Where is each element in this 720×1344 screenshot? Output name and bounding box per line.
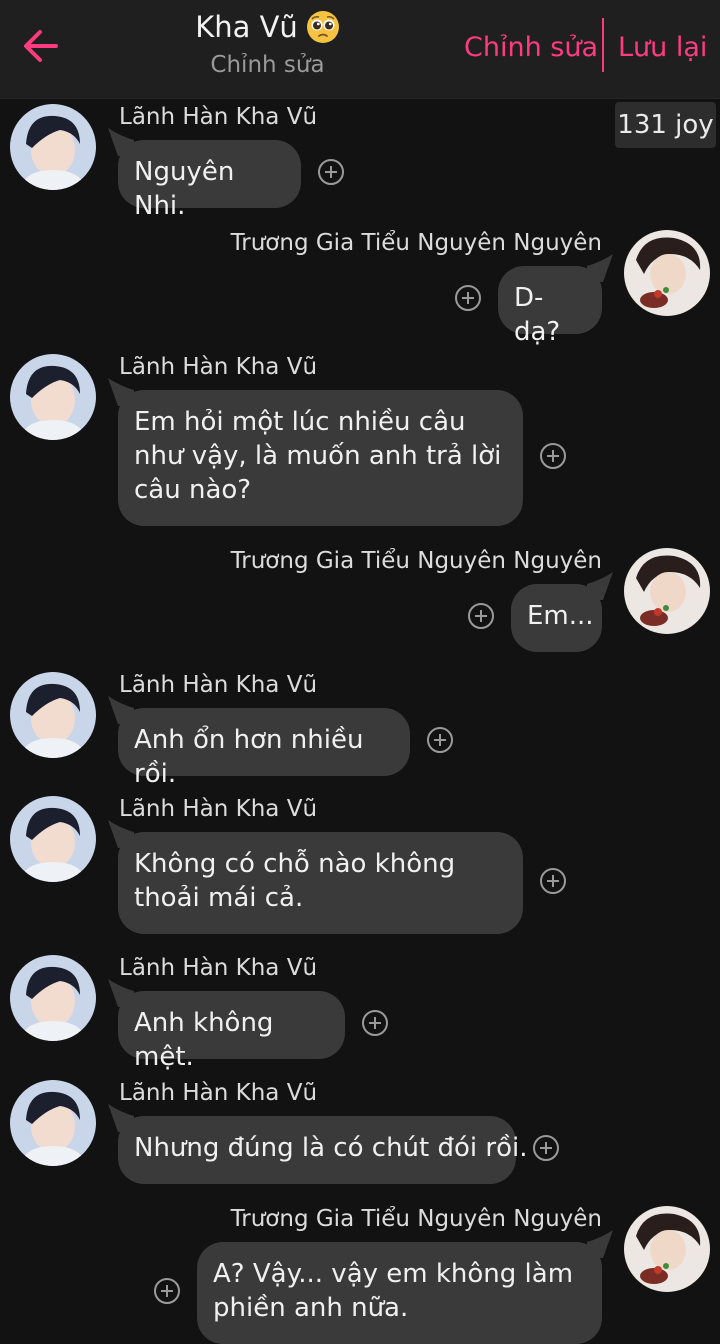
sender-name: Lãnh Hàn Kha Vũ (119, 672, 318, 698)
avatar[interactable] (10, 796, 96, 882)
add-reaction-icon[interactable] (362, 1010, 388, 1036)
message-text: Không có chỗ nào không thoải mái cả. (134, 849, 456, 913)
joy-badge: 131 joy (615, 102, 716, 148)
add-reaction-icon[interactable] (468, 603, 494, 629)
message-bubble[interactable]: Anh không mệt. (118, 991, 345, 1072)
chat-title: Kha Vũ (195, 10, 340, 44)
sender-name: Lãnh Hàn Kha Vũ (119, 796, 318, 822)
edit-button[interactable]: Chỉnh sửa (464, 32, 598, 63)
message-bubble[interactable]: Em... (511, 584, 602, 652)
avatar-image (10, 796, 96, 882)
avatar[interactable] (10, 354, 96, 440)
avatar-image (10, 354, 96, 440)
add-reaction-icon[interactable] (533, 1135, 559, 1161)
message-bubble[interactable]: Anh ổn hơn nhiều rồi. (118, 708, 410, 789)
avatar-image (10, 1080, 96, 1166)
message-text: Em hỏi một lúc nhiều câu như vậy, là muố… (134, 407, 502, 505)
message-text: Anh không mệt. (134, 1008, 274, 1072)
message-bubble[interactable]: Nguyên Nhi. (118, 140, 301, 221)
message-bubble[interactable]: Nhưng đúng là có chút đói rồi. (118, 1116, 527, 1184)
message-text: A? Vậy... vậy em không làm phiền anh nữa… (213, 1259, 574, 1323)
message-bubble[interactable]: D-dạ? (498, 266, 602, 347)
avatar[interactable] (624, 548, 710, 634)
add-reaction-icon[interactable] (540, 868, 566, 894)
avatar[interactable] (10, 672, 96, 758)
message-text: D-dạ? (514, 283, 561, 347)
add-reaction-icon[interactable] (427, 727, 453, 753)
message-bubble[interactable]: Không có chỗ nào không thoải mái cả. (118, 832, 523, 934)
sender-name: Trương Gia Tiểu Nguyên Nguyên (230, 1206, 602, 1232)
chat-title-block: Kha Vũ Chỉnh sửa (160, 10, 375, 78)
pleading-face-emoji-icon (306, 11, 339, 43)
avatar-image (10, 104, 96, 190)
top-bar: Kha Vũ Chỉnh sửa Chỉnh sửa Lưu lại (0, 0, 720, 99)
add-reaction-icon[interactable] (318, 159, 344, 185)
toolbar-divider (602, 18, 604, 72)
arrow-left-icon[interactable] (16, 22, 66, 72)
add-reaction-icon[interactable] (154, 1278, 180, 1304)
avatar[interactable] (10, 955, 96, 1041)
add-reaction-icon[interactable] (455, 285, 481, 311)
message-text: Nhưng đúng là có chút đói rồi. (134, 1133, 528, 1163)
avatar-image (10, 672, 96, 758)
avatar-image (624, 548, 710, 634)
chat-title-text: Kha Vũ (195, 10, 298, 44)
avatar-image (624, 230, 710, 316)
avatar[interactable] (10, 104, 96, 190)
sender-name: Lãnh Hàn Kha Vũ (119, 354, 318, 380)
message-bubble[interactable]: A? Vậy... vậy em không làm phiền anh nữa… (197, 1242, 602, 1344)
sender-name: Trương Gia Tiểu Nguyên Nguyên (230, 230, 602, 256)
sender-name: Lãnh Hàn Kha Vũ (119, 1080, 318, 1106)
avatar[interactable] (10, 1080, 96, 1166)
avatar[interactable] (624, 1206, 710, 1292)
add-reaction-icon[interactable] (540, 443, 566, 469)
message-text: Anh ổn hơn nhiều rồi. (134, 725, 364, 789)
avatar[interactable] (624, 230, 710, 316)
sender-name: Lãnh Hàn Kha Vũ (119, 104, 318, 130)
message-bubble[interactable]: Em hỏi một lúc nhiều câu như vậy, là muố… (118, 390, 523, 526)
message-text: Nguyên Nhi. (134, 157, 235, 221)
chat-subtitle: Chỉnh sửa (210, 52, 325, 78)
sender-name: Lãnh Hàn Kha Vũ (119, 955, 318, 981)
avatar-image (10, 955, 96, 1041)
sender-name: Trương Gia Tiểu Nguyên Nguyên (230, 548, 602, 574)
save-button[interactable]: Lưu lại (618, 32, 707, 63)
message-text: Em... (527, 601, 594, 631)
avatar-image (624, 1206, 710, 1292)
